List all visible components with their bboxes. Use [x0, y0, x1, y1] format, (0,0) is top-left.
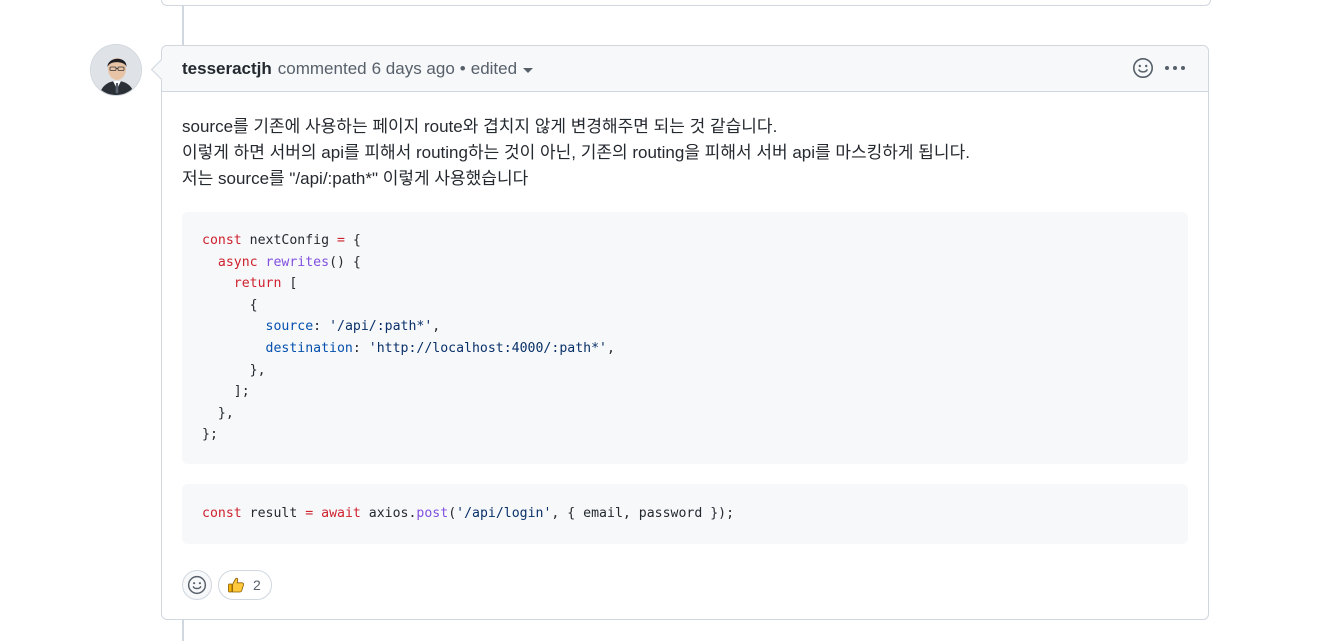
code-token: ,	[432, 319, 441, 335]
code-token: :	[313, 319, 330, 335]
code-token: const	[202, 233, 242, 248]
code-token: async	[217, 254, 258, 270]
code-token: };	[202, 427, 218, 443]
code-token: =	[305, 505, 314, 521]
code-token: await	[321, 505, 361, 521]
code-token: {	[344, 233, 361, 248]
kebab-horizontal-icon	[1165, 66, 1185, 70]
edited-dropdown[interactable]: edited	[470, 58, 534, 79]
code-token: ,	[606, 340, 615, 356]
code-token: nextConfig	[241, 233, 337, 248]
code-token: [	[281, 276, 298, 292]
code-token: =	[336, 233, 345, 248]
code-token: (	[448, 505, 457, 521]
code-token: result	[241, 505, 306, 521]
code-token: axios.	[360, 505, 417, 521]
code-token: :	[352, 340, 369, 356]
smiley-icon	[187, 575, 207, 595]
code-token: ];	[233, 384, 250, 400]
code-token: },	[217, 405, 234, 421]
thumbs-up-icon	[228, 577, 245, 593]
code-token: },	[249, 362, 266, 378]
code-token: rewrites	[265, 254, 330, 270]
body-line: 저는 source를 "/api/:path*" 이렇게 사용했습니다	[182, 169, 529, 188]
comment-action: commented	[277, 58, 367, 78]
code-token: '/api/login'	[456, 505, 552, 521]
comment-box: tesseractjh commented 6 days ago • edite…	[161, 45, 1209, 620]
code-token: source	[265, 319, 314, 335]
comment-timestamp[interactable]: 6 days ago	[372, 59, 455, 79]
reaction-thumbs-up[interactable]: 2	[218, 570, 272, 600]
code-token: return	[233, 276, 282, 292]
header-actions	[1132, 57, 1186, 79]
header-separator: •	[459, 58, 466, 78]
code-token: '/api/:path*'	[329, 319, 433, 335]
code-token: 'http://localhost:4000/:path*'	[368, 340, 607, 356]
reactions-bar: 2	[182, 570, 272, 600]
reaction-count: 2	[253, 577, 261, 593]
edited-label: edited	[470, 58, 518, 78]
code-token: const	[202, 505, 242, 521]
body-line: source를 기존에 사용하는 페이지 route와 겹치지 않게 변경해주면…	[182, 117, 778, 136]
code-token: post	[416, 505, 449, 521]
more-options-button[interactable]	[1164, 65, 1186, 71]
previous-comment-box	[161, 0, 1211, 6]
code-token: , { email, password });	[551, 505, 735, 521]
code-block-axios[interactable]: const result = await axios.post('/api/lo…	[182, 483, 1188, 544]
code-token: () {	[329, 254, 361, 270]
add-reaction-button[interactable]	[1132, 57, 1154, 79]
comment-header: tesseractjh commented 6 days ago • edite…	[162, 46, 1208, 92]
avatar-image	[91, 45, 141, 95]
body-line: 이렇게 하면 서버의 api를 피해서 routing하는 것이 아닌, 기존의…	[182, 143, 970, 162]
comment-body: source를 기존에 사용하는 페이지 route와 겹치지 않게 변경해주면…	[162, 92, 1208, 544]
code-block-next-config[interactable]: const nextConfig = { async rewrites() { …	[182, 212, 1188, 464]
author-link[interactable]: tesseractjh	[182, 59, 272, 79]
chevron-down-icon	[523, 68, 534, 73]
code-token: destination	[265, 340, 353, 356]
add-reaction-footer-button[interactable]	[182, 570, 212, 600]
smiley-icon	[1133, 58, 1153, 78]
code-token: {	[249, 297, 258, 313]
avatar[interactable]	[90, 44, 142, 96]
